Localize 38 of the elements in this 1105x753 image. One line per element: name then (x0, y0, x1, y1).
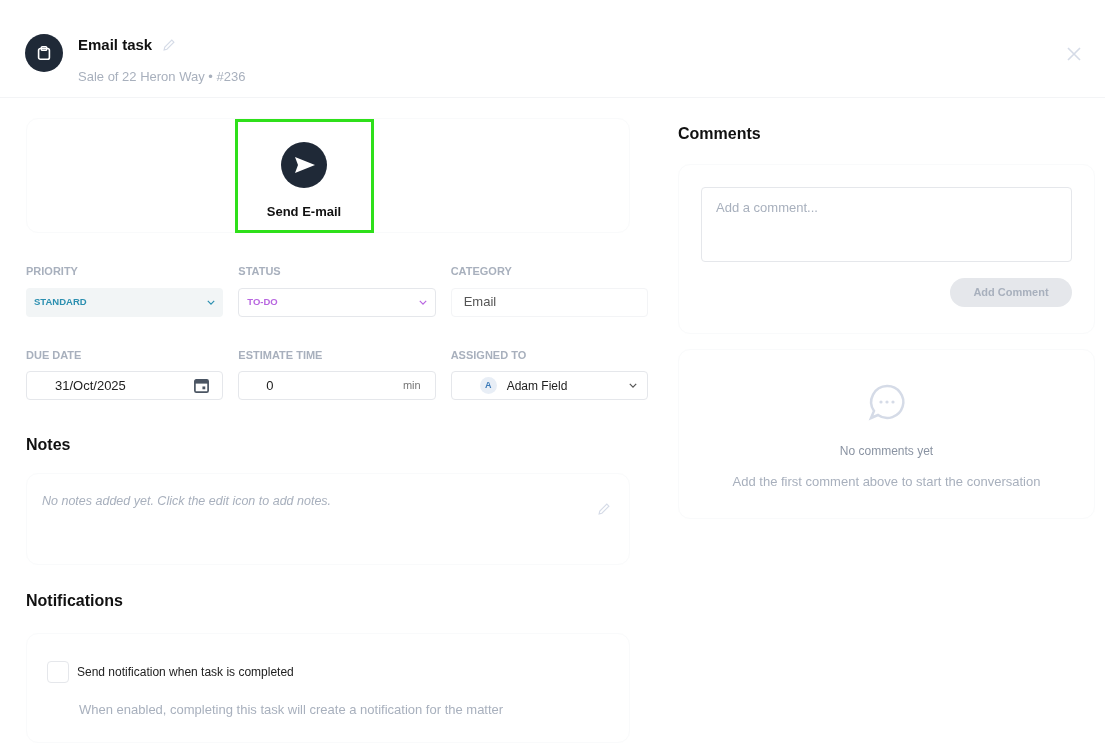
notes-empty-text: No notes added yet. Click the edit icon to add notes. (42, 493, 332, 510)
send-icon (281, 142, 327, 188)
dropdown-value: TO-DO (247, 294, 278, 309)
field-label: ESTIMATE TIME (238, 347, 324, 363)
chat-bubble-icon (866, 383, 907, 423)
checkbox[interactable] (47, 661, 69, 683)
section-heading: Notifications (26, 591, 124, 611)
comment-field[interactable]: Add a comment... (701, 187, 1072, 262)
chevron-down-icon (629, 383, 637, 388)
field-label: ASSIGNED TO (450, 347, 528, 363)
estimate-field[interactable]: 0 min (238, 371, 436, 400)
send-email-button[interactable]: Send E-mail (234, 119, 374, 233)
field-label: DUE DATE (26, 347, 83, 363)
calendar-icon[interactable] (193, 377, 211, 394)
task-subtitle: Sale of 22 Heron Way • #236 (78, 67, 246, 86)
field-label: STATUS (238, 264, 282, 279)
field-label: CATEGORY (450, 264, 513, 279)
checkbox-label: Send notification when task is completed (77, 664, 294, 681)
field-label: PRIORITY (26, 264, 79, 279)
close-icon[interactable] (1066, 46, 1082, 62)
dropdown[interactable]: TO-DO (238, 287, 436, 317)
avatar: A (479, 377, 497, 394)
hint-text: When enabled, completing this task will create a notification for the matter (79, 701, 505, 719)
chevron-down-icon (418, 299, 427, 305)
section-heading: Comments (678, 124, 762, 144)
empty-title: No comments yet (839, 443, 934, 460)
task-title: Email task (78, 35, 153, 55)
task-icon (25, 34, 63, 72)
section-heading: Notes (26, 435, 72, 455)
edit-icon[interactable] (162, 38, 177, 53)
edit-icon[interactable] (597, 502, 611, 516)
category-field[interactable]: Email (450, 287, 648, 317)
empty-text: Add the first comment above to start the conversation (732, 473, 1041, 491)
unit-label: min (402, 378, 421, 394)
chevron-down-icon (207, 299, 216, 305)
assignee-dropdown[interactable]: A Adam Field (450, 371, 648, 400)
date-field[interactable]: 31/Oct/2025 (26, 371, 224, 400)
dropdown-value: STANDARD (34, 294, 87, 309)
